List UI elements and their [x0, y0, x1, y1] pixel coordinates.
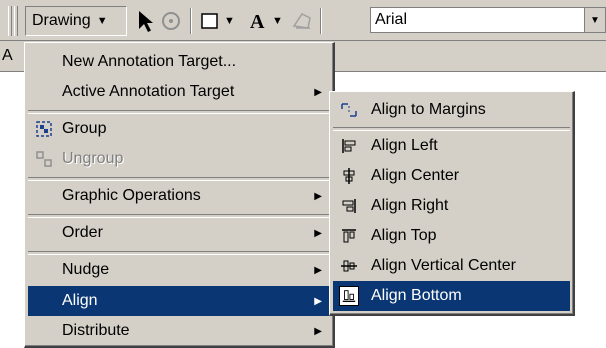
menu-item-align-center[interactable]: Align Center [333, 161, 570, 191]
chevron-down-icon: ▼ [96, 15, 108, 27]
align-top-icon [339, 226, 359, 246]
rectangle-tool-button[interactable]: ▼ [200, 6, 235, 36]
svg-text:A: A [250, 11, 265, 32]
menu-item-active-annotation-target[interactable]: Active Annotation Target ▶ [28, 77, 330, 107]
font-color-button[interactable]: A ▼ [248, 6, 283, 36]
free-rotate-icon [162, 12, 180, 30]
menu-item-label: Active Annotation Target [62, 83, 235, 100]
menu-item-align-to-margins[interactable]: Align to Margins [333, 95, 570, 125]
rotate-button[interactable] [160, 6, 182, 36]
align-left-icon [339, 136, 359, 156]
group-icon [34, 119, 54, 139]
menu-item-align-right[interactable]: Align Right [333, 191, 570, 221]
align-center-icon [339, 166, 359, 186]
menu-item-label: Group [62, 120, 107, 137]
menu-item-graphic-operations[interactable]: Graphic Operations ▶ [28, 181, 330, 211]
align-vertical-center-icon [339, 256, 359, 276]
submenu-arrow-icon: ▶ [314, 295, 322, 307]
font-name-value: Arial [375, 11, 408, 28]
menu-item-distribute[interactable]: Distribute ▶ [28, 316, 330, 346]
shadow-icon [292, 13, 311, 29]
submenu-arrow-icon: ▶ [314, 264, 322, 276]
toolbar-letter: A [2, 47, 13, 64]
submenu-arrow-icon: ▶ [314, 325, 322, 337]
toolbar-separator [190, 8, 192, 34]
font-name-select[interactable]: Arial ▼ [370, 7, 606, 33]
menu-item-align-left[interactable]: Align Left [333, 131, 570, 161]
menu-item-order[interactable]: Order ▶ [28, 218, 330, 248]
menu-item-label: Nudge [62, 261, 110, 278]
menu-item-group[interactable]: Group [28, 114, 330, 144]
shadow-button[interactable] [290, 6, 314, 36]
menu-item-label: Distribute [62, 322, 130, 339]
menu-item-align[interactable]: Align ▶ [28, 286, 330, 316]
menu-item-label: Graphic Operations [62, 187, 201, 204]
menu-item-label: Ungroup [62, 150, 124, 167]
menu-item-label: Align Vertical Center [371, 257, 516, 274]
menu-item-label: Order [62, 224, 103, 241]
chevron-down-icon[interactable]: ▼ [224, 15, 235, 27]
align-to-margins-icon [339, 100, 359, 120]
menu-item-align-bottom[interactable]: Align Bottom [333, 281, 570, 311]
align-right-icon [339, 196, 359, 216]
chevron-down-icon[interactable]: ▼ [272, 15, 283, 27]
text-a-icon: A [250, 11, 265, 32]
align-submenu: Align to Margins Align Left Align Center… [329, 91, 575, 316]
submenu-arrow-icon: ▶ [314, 86, 322, 98]
chevron-down-icon[interactable]: ▼ [584, 8, 605, 32]
menu-item-label: Align Center [371, 167, 460, 184]
menu-item-new-annotation-target[interactable]: New Annotation Target... [28, 47, 330, 77]
menu-item-ungroup[interactable]: Ungroup [28, 144, 330, 174]
drawing-menu: New Annotation Target... Active Annotati… [24, 42, 335, 348]
select-objects-button[interactable] [136, 6, 156, 36]
rectangle-icon [201, 13, 218, 29]
menu-item-label: Align to Margins [371, 101, 486, 118]
pointer-icon [139, 11, 153, 32]
menu-item-align-vertical-center[interactable]: Align Vertical Center [333, 251, 570, 281]
submenu-arrow-icon: ▶ [314, 190, 322, 202]
drawing-toolbar: Drawing ▼ ▼ A ▼ Arial ▼ [0, 0, 606, 41]
menu-item-label: Align Right [371, 197, 449, 214]
menu-item-label: New Annotation Target... [62, 53, 237, 70]
menu-item-align-top[interactable]: Align Top [333, 221, 570, 251]
submenu-arrow-icon: ▶ [314, 227, 322, 239]
menu-item-label: Align [62, 292, 98, 309]
drawing-menu-button[interactable]: Drawing ▼ [25, 6, 127, 36]
toolbar-separator [320, 8, 322, 34]
menu-item-label: Align Top [371, 227, 437, 244]
align-bottom-icon [339, 286, 359, 306]
drawing-menu-label: Drawing [32, 12, 91, 29]
menu-item-label: Align Bottom [371, 287, 462, 304]
menu-item-nudge[interactable]: Nudge ▶ [28, 255, 330, 285]
menu-item-label: Align Left [371, 137, 438, 154]
ungroup-icon [34, 149, 54, 169]
toolbar-grip-2[interactable] [14, 6, 18, 36]
toolbar-grip[interactable] [8, 6, 12, 36]
